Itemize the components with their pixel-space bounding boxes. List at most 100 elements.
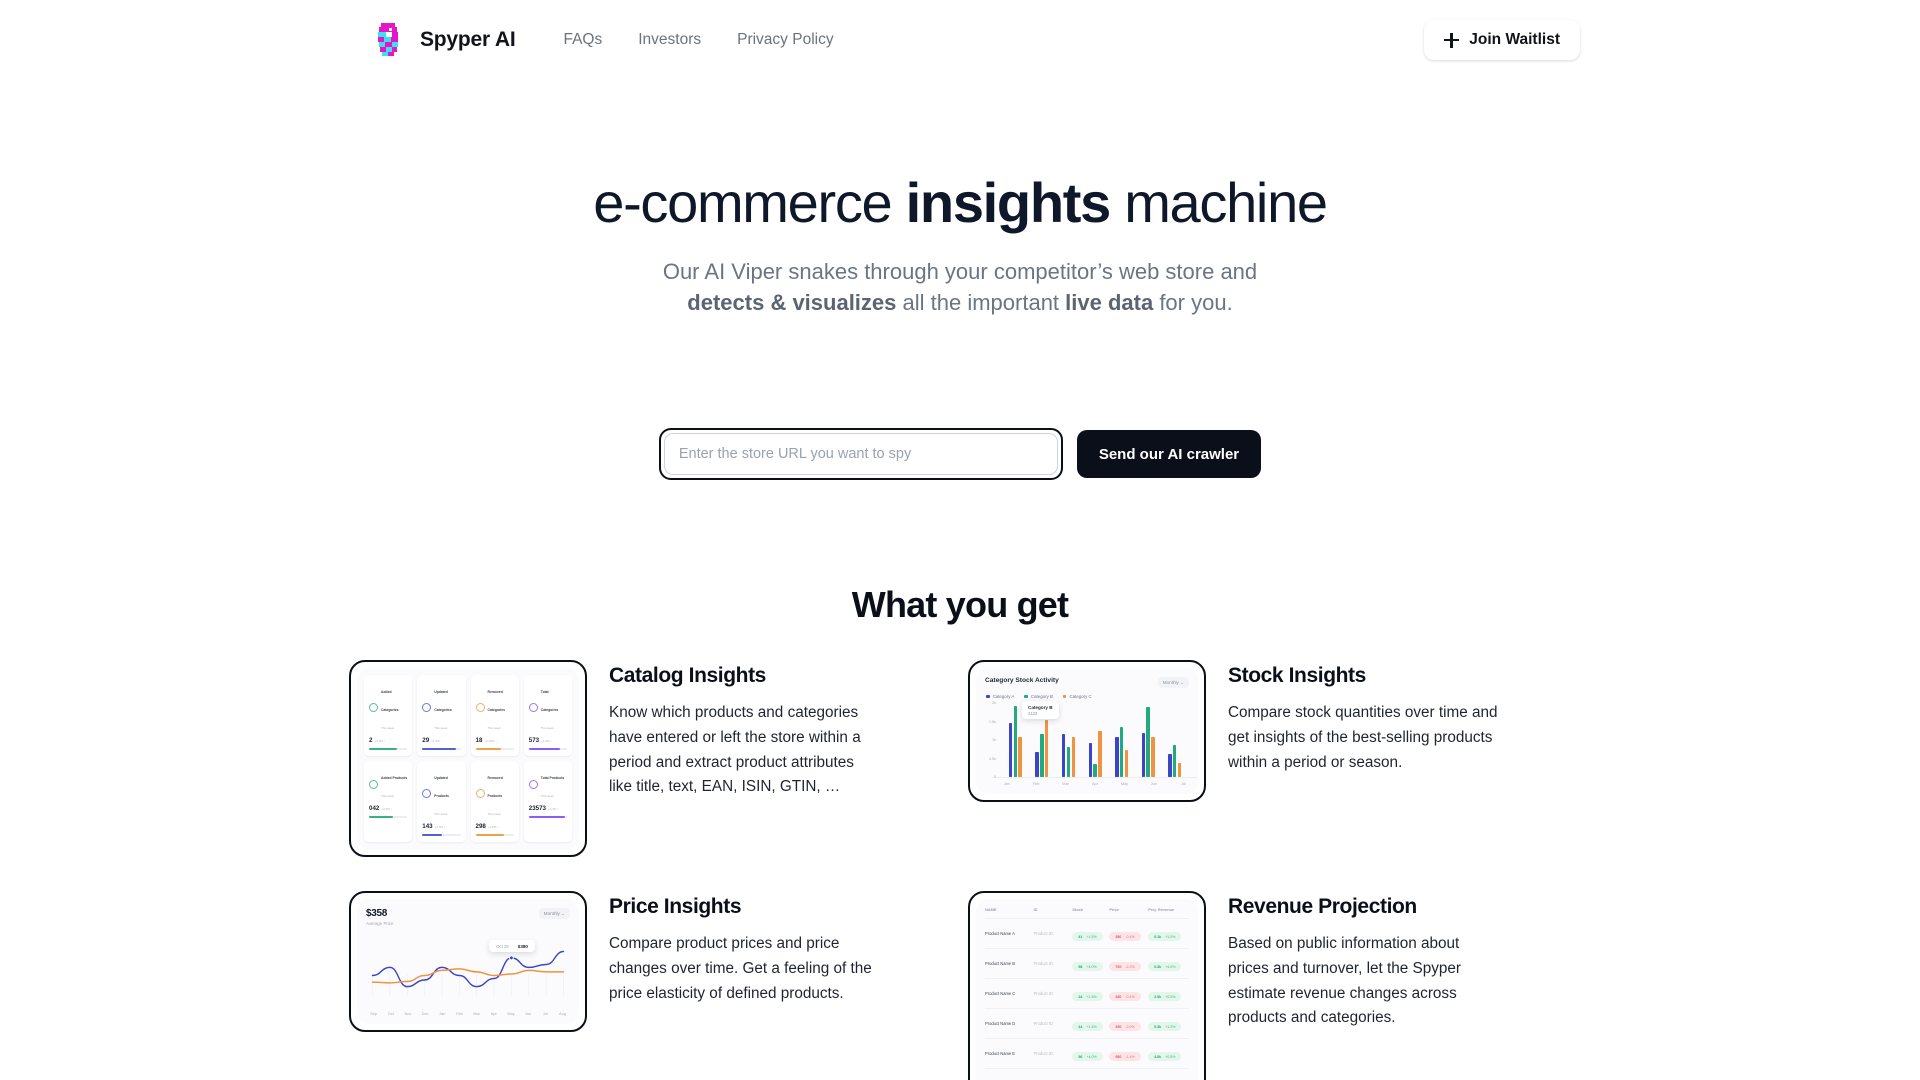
feature-desc-stock: Compare stock quantities over time and g… [1228, 704, 1498, 771]
cell-name: Product Name E [985, 1051, 1016, 1057]
stock-chart-legend: Category A Category B Category C [976, 688, 1198, 699]
catalog-stat-tile: Updated Categories This week 29 +1.4% ↑ [417, 675, 466, 757]
top-navigation: Spyper AI FAQs Investors Privacy Policy … [0, 0, 1920, 80]
bar [1173, 744, 1177, 778]
cell-name: Product Name B [985, 961, 1016, 967]
brand-name: Spyper AI [420, 28, 516, 51]
table-column-header: Price [1109, 907, 1119, 913]
bar [1013, 705, 1017, 778]
feature-catalog-insights: Added Categories This week 2 +2.0% ↑ Updated… [349, 660, 952, 858]
subheading-line-2-end: for you. [1153, 289, 1233, 315]
bar-group [1161, 703, 1188, 778]
cell-price: 380-4.0% [1109, 1075, 1148, 1080]
bar [1098, 731, 1102, 778]
cell-id: Product ID [1033, 961, 1053, 967]
headline-part-2: machine [1109, 171, 1328, 234]
bar [1061, 734, 1066, 778]
status-badge: 390 -2.0% [1109, 1022, 1141, 1031]
cell-stock: 81+4.0% [1072, 1075, 1109, 1080]
crawler-form: Send our AI crawler [0, 428, 1920, 481]
stat-value: 143 +1.4% ↑ [422, 823, 446, 831]
feature-stock-insights: Category Stock Activity Monthly ⌄ Catego… [968, 660, 1571, 857]
join-waitlist-button[interactable]: Join Waitlist [1424, 20, 1580, 60]
table-row: Product Name C Product ID 24 +1.5% 280 -0.4% 2… [985, 978, 1189, 1008]
plus-icon [1444, 32, 1460, 48]
cell-revenue: 0.3k +1.2% [1148, 1015, 1189, 1033]
bar [1146, 707, 1150, 778]
table-row: Product Name A Product ID 41 +1.5% 380 -0.4% 0… [985, 918, 1189, 948]
legend-swatch [1024, 694, 1028, 699]
subheading-line-1: Our AI Viper snakes through your competi… [662, 258, 1258, 284]
stat-period: This week [540, 794, 554, 799]
stat-progress [475, 834, 514, 837]
stat-icon [475, 788, 485, 798]
nav-link-privacy-policy[interactable]: Privacy Policy [737, 31, 833, 49]
x-axis-tick: Mar [1062, 781, 1069, 787]
stock-chart-tooltip: Category B 2123 [1022, 701, 1059, 720]
table-column-header: NAME [985, 907, 997, 913]
bar [1088, 743, 1092, 778]
x-axis-tick: Jan [439, 1011, 446, 1017]
cell-price: 280 -0.4% [1109, 985, 1148, 1003]
stat-icon [528, 702, 538, 712]
stat-progress [528, 748, 567, 751]
price-tooltip-date: Oct 25 [496, 943, 509, 949]
store-url-input[interactable] [678, 434, 1043, 475]
nav-link-faqs[interactable]: FAQs [563, 31, 602, 49]
y-axis-tick: 0 [993, 775, 996, 780]
join-waitlist-label: Join Waitlist [1469, 31, 1560, 48]
stat-period: This week [434, 812, 448, 817]
subheading-line-2-mid: all the important [896, 289, 1066, 315]
x-axis-tick: Apr [490, 1011, 497, 1017]
stat-label: Updated Categories [434, 690, 452, 713]
feature-revenue-projection: NAME ID Stock Price Proj. Revenue Product Na… [968, 891, 1571, 1080]
bar [1035, 752, 1039, 778]
bar [1071, 737, 1075, 778]
x-axis-tick: Sep [370, 1011, 378, 1017]
cell-price: 380 -0.4% [1109, 925, 1148, 943]
stat-period: This week [381, 726, 395, 731]
status-badge: 2.5k +0.5% [1148, 992, 1182, 1001]
stock-chart-title: Category Stock Activity [985, 677, 1059, 685]
price-chart-value: $358 [366, 908, 388, 920]
price-range-label: Monthly [543, 910, 560, 916]
status-badge: 44 +1.4% [1072, 1022, 1103, 1031]
cell-stock: 58 +4.0% [1072, 955, 1109, 973]
catalog-dashboard-screenshot: Added Categories This week 2 +2.0% ↑ Updated… [349, 660, 587, 858]
bar [1124, 750, 1129, 778]
cell-name: Product Name C [985, 991, 1016, 997]
stock-chart-plot: 0 0.5k 1k 1.5k 2k Category B 2123 [976, 699, 1198, 780]
stat-value: 18 +1.26% ↑ [475, 737, 497, 745]
stat-progress [475, 748, 514, 751]
stat-progress [422, 748, 461, 751]
stat-delta: +1.26% ↑ [484, 739, 497, 744]
features-grid: Added Categories This week 2 +2.0% ↑ Updated… [349, 660, 1571, 1080]
feature-title-revenue: Revenue Projection [1228, 895, 1417, 919]
cell-price: 390 -2.0% [1109, 1015, 1148, 1033]
stat-label: Updated Products [434, 776, 449, 799]
status-badge: 58 +4.0% [1072, 962, 1103, 971]
cell-revenue: 3.5k+1.2% [1148, 1075, 1189, 1080]
stock-chart-range-selector[interactable]: Monthly ⌄ [1157, 677, 1189, 689]
price-chart-range-selector[interactable]: Monthly ⌄ [538, 908, 570, 920]
landing-page: Spyper AI FAQs Investors Privacy Policy … [0, 0, 1920, 1080]
stat-period: This week [434, 726, 448, 731]
stat-value: 042 +2.0% ↑ [369, 805, 393, 813]
catalog-stat-grid: Added Categories This week 2 +2.0% ↑ Updated… [357, 668, 579, 849]
stat-label: Removed Categories [487, 690, 506, 713]
cell-id: Product ID [1033, 931, 1053, 937]
nav-link-investors[interactable]: Investors [638, 31, 701, 49]
section-title: What you get [851, 584, 1069, 626]
stat-icon [369, 779, 378, 789]
catalog-stat-tile: Added Categories This week 2 +2.0% ↑ [364, 675, 413, 757]
brand[interactable]: Spyper AI [372, 21, 516, 59]
stat-label: Added Products [381, 776, 408, 781]
stat-period: This week [487, 726, 501, 731]
status-badge: 760 -2.3% [1109, 962, 1141, 971]
status-badge: 980 -1.4% [1109, 1052, 1141, 1061]
subheading-emphasis-1: detects & visualizes [687, 289, 897, 315]
send-crawler-button[interactable]: Send our AI crawler [1076, 430, 1262, 479]
store-url-field-wrapper[interactable] [658, 428, 1063, 481]
bar [1018, 737, 1022, 778]
x-axis-tick: Feb [456, 1011, 463, 1017]
